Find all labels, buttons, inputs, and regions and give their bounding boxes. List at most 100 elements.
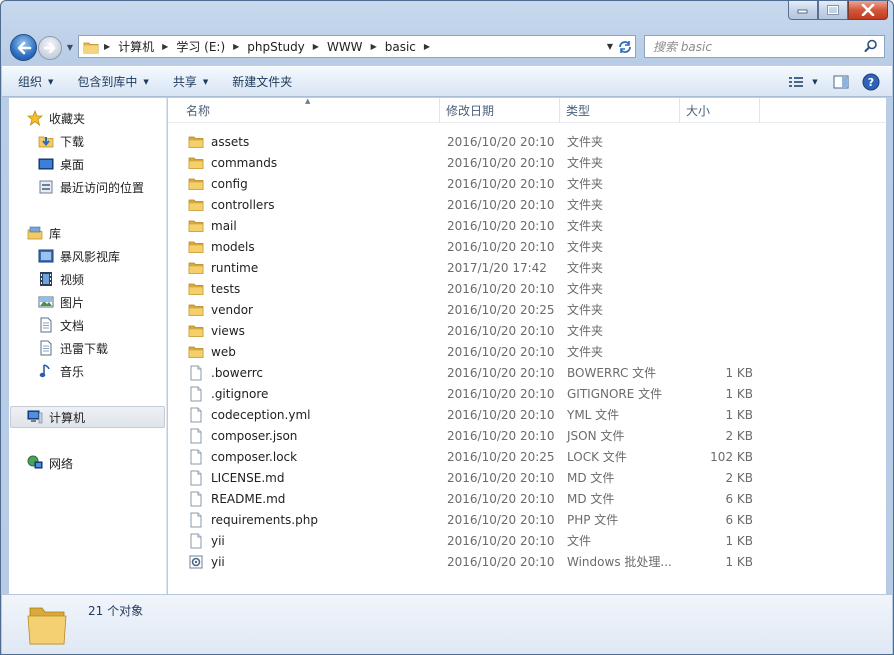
breadcrumb-separator[interactable]: ▶ — [368, 42, 380, 51]
file-name-cell[interactable]: README.md — [188, 488, 285, 509]
search-icon[interactable] — [864, 39, 878, 56]
column-header-name-label: 名称 — [186, 104, 211, 118]
nav-item-downloads[interactable]: 下载 — [38, 131, 84, 151]
maximize-button[interactable] — [818, 1, 848, 20]
search-placeholder[interactable]: 搜索 basic — [653, 38, 712, 55]
recent-pages-button[interactable]: ▼ — [64, 39, 76, 55]
file-name-cell[interactable]: commands — [188, 152, 277, 173]
file-date: 2016/10/20 20:10 — [447, 134, 555, 149]
breadcrumb-drive-e[interactable]: 学习 (E:) — [171, 36, 230, 57]
file-row[interactable]: yii 2016/10/20 20:10 文件 1 KB — [183, 530, 763, 551]
file-row[interactable]: .gitignore 2016/10/20 20:10 GITIGNORE 文件 1 … — [183, 383, 763, 404]
chevron-down-icon: ▼ — [812, 78, 818, 86]
close-button[interactable] — [848, 1, 888, 20]
file-row[interactable]: views 2016/10/20 20:10 文件夹 — [183, 320, 763, 341]
breadcrumb-www[interactable]: WWW — [322, 36, 368, 57]
file-row[interactable]: requirements.php 2016/10/20 20:10 PHP 文件 6 … — [183, 509, 763, 530]
file-row[interactable]: README.md 2016/10/20 20:10 MD 文件 6 KB — [183, 488, 763, 509]
column-header-date[interactable]: 修改日期 — [440, 98, 560, 123]
file-name-cell[interactable]: runtime — [188, 257, 258, 278]
file-size: 6 KB — [725, 491, 753, 506]
nav-computer[interactable]: 计算机 — [27, 407, 85, 427]
file-row[interactable]: commands 2016/10/20 20:10 文件夹 — [183, 152, 763, 173]
file-name-cell[interactable]: vendor — [188, 299, 253, 320]
breadcrumb-separator[interactable]: ▶ — [421, 42, 433, 51]
help-button[interactable]: ? — [858, 71, 884, 93]
column-header-type[interactable]: 类型 — [560, 98, 680, 123]
nav-item-videos[interactable]: 视频 — [38, 269, 84, 289]
file-name-cell[interactable]: composer.lock — [188, 446, 297, 467]
breadcrumb-phpstudy[interactable]: phpStudy — [242, 36, 310, 57]
file-row[interactable]: web 2016/10/20 20:10 文件夹 — [183, 341, 763, 362]
file-name-cell[interactable]: controllers — [188, 194, 275, 215]
nav-item-pictures[interactable]: 图片 — [38, 292, 84, 312]
file-row[interactable]: tests 2016/10/20 20:10 文件夹 — [183, 278, 763, 299]
nav-item-documents[interactable]: 文档 — [38, 315, 84, 335]
nav-item-recent-places[interactable]: 最近访问的位置 — [38, 177, 144, 197]
breadcrumb-computer[interactable]: 计算机 — [113, 36, 159, 57]
file-name-cell[interactable]: yii — [188, 551, 225, 572]
forward-button[interactable] — [38, 36, 62, 60]
file-name-cell[interactable]: codeception.yml — [188, 404, 310, 425]
change-view-button[interactable]: ▼ — [782, 71, 824, 93]
address-bar[interactable]: ▶ 计算机 ▶ 学习 (E:) ▶ phpStudy ▶ WWW ▶ basic… — [78, 35, 636, 58]
documents-icon — [38, 317, 54, 333]
nav-network[interactable]: 网络 — [27, 453, 73, 473]
file-name-cell[interactable]: .bowerrc — [188, 362, 263, 383]
breadcrumb-separator[interactable]: ▶ — [310, 42, 322, 51]
file-row[interactable]: codeception.yml 2016/10/20 20:10 YML 文件 1 K… — [183, 404, 763, 425]
organize-menu[interactable]: 组织 ▼ — [10, 70, 61, 94]
nav-item-xunlei-downloads[interactable]: 迅雷下载 — [38, 338, 108, 358]
file-name-cell[interactable]: yii — [188, 530, 225, 551]
file-row[interactable]: controllers 2016/10/20 20:10 文件夹 — [183, 194, 763, 215]
file-row[interactable]: models 2016/10/20 20:10 文件夹 — [183, 236, 763, 257]
file-row[interactable]: .bowerrc 2016/10/20 20:10 BOWERRC 文件 1 KB — [183, 362, 763, 383]
batch-file-icon — [188, 554, 204, 570]
column-header-name[interactable]: 名称 — [180, 98, 440, 123]
column-header-size[interactable]: 大小 — [680, 98, 760, 123]
file-row[interactable]: mail 2016/10/20 20:10 文件夹 — [183, 215, 763, 236]
minimize-button[interactable] — [788, 1, 818, 20]
file-name-cell[interactable]: views — [188, 320, 245, 341]
search-box[interactable]: 搜索 basic — [644, 35, 885, 58]
file-name-cell[interactable]: assets — [188, 131, 249, 152]
folder-icon — [188, 197, 204, 213]
nav-libraries[interactable]: 库 — [27, 223, 61, 243]
refresh-button[interactable] — [613, 36, 637, 57]
file-name-cell[interactable]: requirements.php — [188, 509, 318, 530]
file-row[interactable]: composer.lock 2016/10/20 20:25 LOCK 文件 102 … — [183, 446, 763, 467]
file-row[interactable]: LICENSE.md 2016/10/20 20:10 MD 文件 2 KB — [183, 467, 763, 488]
file-name-cell[interactable]: models — [188, 236, 255, 257]
breadcrumb-separator[interactable]: ▶ — [101, 42, 113, 51]
file-name: config — [211, 176, 248, 191]
nav-network-label: 网络 — [49, 456, 74, 471]
share-menu[interactable]: 共享 ▼ — [165, 70, 216, 94]
file-row[interactable]: yii 2016/10/20 20:10 Windows 批处理... 1 KB — [183, 551, 763, 572]
file-row[interactable]: assets 2016/10/20 20:10 文件夹 — [183, 131, 763, 152]
file-name-cell[interactable]: composer.json — [188, 425, 297, 446]
file-type: GITIGNORE 文件 — [567, 387, 663, 401]
breadcrumb-separator[interactable]: ▶ — [159, 42, 171, 51]
preview-pane-button[interactable] — [828, 71, 854, 93]
file-row[interactable]: vendor 2016/10/20 20:25 文件夹 — [183, 299, 763, 320]
file-name: tests — [211, 281, 241, 296]
maximize-icon — [827, 5, 839, 15]
file-row[interactable]: config 2016/10/20 20:10 文件夹 — [183, 173, 763, 194]
file-row[interactable]: runtime 2017/1/20 17:42 文件夹 — [183, 257, 763, 278]
include-in-library-menu[interactable]: 包含到库中 ▼ — [69, 70, 156, 94]
nav-favorites[interactable]: 收藏夹 — [27, 108, 85, 128]
breadcrumb-separator[interactable]: ▶ — [230, 42, 242, 51]
file-name-cell[interactable]: config — [188, 173, 248, 194]
file-name-cell[interactable]: web — [188, 341, 236, 362]
file-name-cell[interactable]: mail — [188, 215, 237, 236]
breadcrumb-basic[interactable]: basic — [380, 36, 421, 57]
nav-item-baofeng-library[interactable]: 暴风影视库 — [38, 246, 120, 266]
file-name-cell[interactable]: LICENSE.md — [188, 467, 284, 488]
nav-item-music[interactable]: 音乐 — [38, 361, 84, 381]
new-folder-button[interactable]: 新建文件夹 — [224, 70, 300, 94]
file-name-cell[interactable]: .gitignore — [188, 383, 268, 404]
file-name-cell[interactable]: tests — [188, 278, 240, 299]
nav-item-desktop[interactable]: 桌面 — [38, 154, 84, 174]
file-row[interactable]: composer.json 2016/10/20 20:10 JSON 文件 2 KB — [183, 425, 763, 446]
back-button[interactable] — [10, 34, 37, 61]
